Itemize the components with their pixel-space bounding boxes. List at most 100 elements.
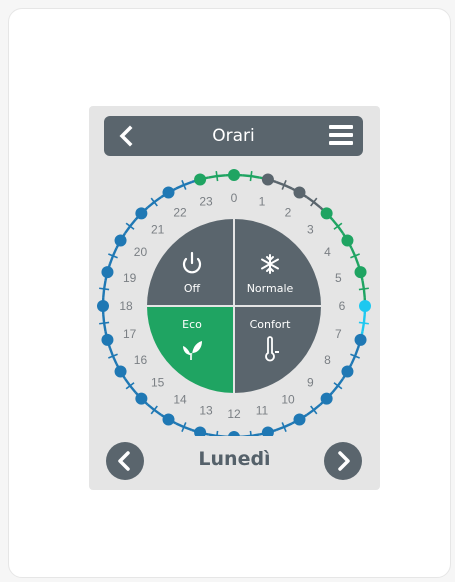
mode-confort-label: Confort: [249, 318, 291, 331]
ring-segment[interactable]: [102, 314, 106, 324]
hour-label: 20: [134, 245, 148, 259]
ring-segment[interactable]: [183, 425, 193, 432]
hour-label: 17: [123, 327, 137, 341]
ring-segment[interactable]: [108, 255, 115, 265]
hour-dot[interactable]: [261, 426, 274, 436]
ring-segment[interactable]: [183, 180, 193, 187]
hour-dot[interactable]: [341, 234, 354, 247]
hour-label: 21: [151, 223, 165, 237]
hour-dot[interactable]: [194, 173, 207, 186]
ring-segment[interactable]: [312, 201, 322, 209]
ring-segment[interactable]: [331, 218, 339, 228]
next-day-button[interactable]: [324, 442, 362, 480]
ring-segment[interactable]: [108, 347, 115, 357]
hour-dot[interactable]: [293, 186, 306, 199]
hour-dot[interactable]: [228, 169, 240, 181]
ring-segment[interactable]: [129, 218, 137, 228]
ring-segment[interactable]: [102, 322, 107, 332]
hour-dot[interactable]: [162, 186, 175, 199]
ring-segment[interactable]: [146, 403, 156, 411]
hour-label: 3: [307, 223, 314, 237]
ring-segment[interactable]: [129, 384, 137, 394]
ring-segment[interactable]: [362, 288, 366, 298]
hour-dot[interactable]: [320, 207, 333, 220]
ring-segment[interactable]: [350, 355, 357, 365]
ring-segment[interactable]: [146, 201, 156, 209]
ring-segment[interactable]: [306, 408, 315, 416]
hour-dot[interactable]: [341, 365, 354, 378]
ring-segment[interactable]: [331, 384, 339, 394]
hour-label: 14: [173, 393, 187, 407]
hour-label: 5: [335, 271, 342, 285]
hour-dot[interactable]: [97, 300, 109, 312]
hour-dot[interactable]: [135, 392, 148, 405]
ring-segment[interactable]: [362, 314, 366, 324]
hour-label: 19: [123, 271, 137, 285]
hour-label: 11: [256, 403, 269, 417]
ring-segment[interactable]: [111, 355, 118, 365]
hour-label: 7: [335, 327, 342, 341]
ring-segment[interactable]: [336, 378, 344, 387]
hour-dot[interactable]: [359, 300, 371, 312]
ring-segment[interactable]: [102, 280, 107, 290]
ring-segment[interactable]: [153, 196, 162, 204]
ring-segment[interactable]: [242, 174, 252, 178]
hour-label: 1: [259, 195, 266, 209]
hour-dot[interactable]: [101, 333, 114, 346]
hour-label: 9: [307, 375, 314, 389]
ring-segment[interactable]: [111, 247, 118, 257]
ring-segment[interactable]: [208, 433, 218, 436]
chevron-right-icon: [338, 451, 350, 471]
mode-normale-label: Normale: [246, 282, 294, 295]
hour-dot[interactable]: [354, 333, 367, 346]
ring-segment[interactable]: [312, 403, 322, 411]
ring-segment[interactable]: [124, 225, 132, 234]
hour-dot[interactable]: [101, 266, 114, 279]
mode-off-label: Off: [183, 282, 201, 295]
hour-label: 16: [134, 353, 148, 367]
ring-segment[interactable]: [353, 255, 360, 265]
ring-segment[interactable]: [250, 433, 260, 436]
schedule-panel: Orari 0 1 2 3 4 5 6 7 8 9 10 11 12 13 14 15 16 17 18 19 20 21…: [89, 106, 380, 490]
ring-segment[interactable]: [102, 288, 106, 298]
ring-segment[interactable]: [175, 422, 185, 429]
ring-segment[interactable]: [353, 347, 360, 357]
hour-dot[interactable]: [114, 365, 127, 378]
ring-segment[interactable]: [283, 422, 293, 429]
schedule-dial: 0 1234567891011121314151617181920212223: [97, 169, 371, 436]
hour-label: 13: [199, 403, 213, 417]
hour-dot[interactable]: [135, 207, 148, 220]
ring-segment[interactable]: [216, 174, 226, 178]
ring-segment[interactable]: [306, 196, 315, 204]
hour-dot[interactable]: [320, 392, 333, 405]
ring-segment[interactable]: [275, 425, 285, 432]
ring-segment[interactable]: [336, 225, 344, 234]
hour-dot[interactable]: [293, 413, 306, 426]
hour-label: 10: [281, 393, 295, 407]
hour-dot[interactable]: [228, 431, 240, 436]
hour-label: 0: [231, 191, 238, 205]
hour-label: 23: [199, 195, 213, 209]
hour-label: 2: [285, 205, 292, 219]
ring-segment[interactable]: [275, 180, 285, 187]
hour-label: 12: [227, 407, 241, 421]
ring-segment[interactable]: [361, 322, 366, 332]
ring-segment[interactable]: [250, 174, 260, 179]
hour-label: 6: [339, 299, 346, 313]
ring-segment[interactable]: [175, 183, 185, 190]
ring-segment[interactable]: [350, 247, 357, 257]
hour-dot[interactable]: [194, 426, 207, 436]
hour-label: 18: [119, 299, 133, 313]
hour-dot[interactable]: [354, 266, 367, 279]
hour-dot[interactable]: [114, 234, 127, 247]
ring-segment[interactable]: [361, 280, 366, 290]
hour-dot[interactable]: [162, 413, 175, 426]
hour-dot[interactable]: [261, 173, 274, 186]
hour-label: 4: [324, 245, 331, 259]
ring-segment[interactable]: [124, 378, 132, 387]
ring-segment[interactable]: [283, 183, 293, 190]
ring-segment[interactable]: [208, 174, 218, 179]
ring-segment[interactable]: [153, 408, 162, 416]
mode-eco-label: Eco: [182, 318, 202, 331]
hour-label: 22: [173, 205, 187, 219]
